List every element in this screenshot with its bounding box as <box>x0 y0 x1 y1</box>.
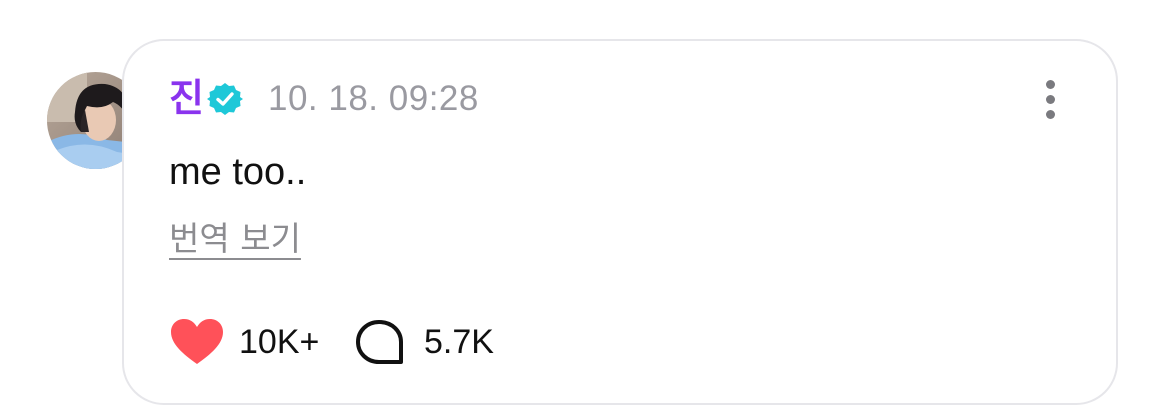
comment-count: 5.7K <box>424 323 494 361</box>
like-count: 10K+ <box>239 323 320 361</box>
verified-badge-icon <box>207 83 243 115</box>
author-name[interactable]: 진 <box>169 78 204 118</box>
like-button[interactable]: 10K+ <box>169 318 319 366</box>
more-vertical-icon <box>1045 79 1055 89</box>
comment-bubble-icon <box>356 320 403 364</box>
heart-icon <box>171 319 223 364</box>
post-timestamp: 10. 18. 09:28 <box>268 79 479 118</box>
more-vertical-icon-dot <box>1045 109 1055 119</box>
more-vertical-icon-dot <box>1045 94 1055 104</box>
post-text: me too.. <box>169 151 307 193</box>
more-options-button[interactable] <box>1034 77 1066 121</box>
comment-button[interactable]: 5.7K <box>355 318 494 366</box>
translate-link[interactable]: 번역 보기 <box>169 219 301 259</box>
